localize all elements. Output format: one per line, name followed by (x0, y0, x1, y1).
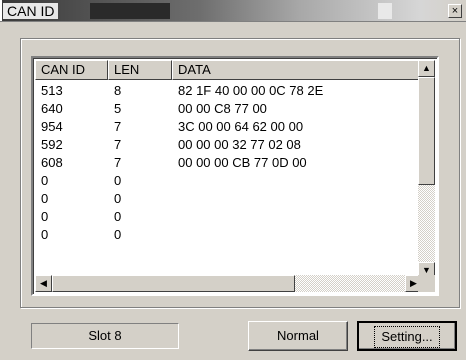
column-header-data[interactable]: DATA (172, 60, 422, 80)
cell-can-id: 513 (41, 83, 63, 98)
window-title: CAN ID (3, 3, 59, 19)
cell-len: 5 (114, 101, 122, 116)
scrollbar-corner (418, 275, 435, 292)
cell-data (172, 172, 422, 190)
vertical-scrollbar[interactable]: ▲ ▼ (418, 60, 435, 279)
close-icon[interactable]: × (448, 4, 462, 18)
scroll-up-icon[interactable]: ▲ (418, 60, 435, 77)
cell-data: 00 00 00 32 77 02 08 (178, 137, 301, 152)
setting-button[interactable]: Setting... (357, 321, 457, 351)
cell-can-id: 0 (41, 209, 49, 224)
horizontal-scrollbar[interactable]: ◀ ▶ (35, 275, 422, 292)
cell-len: 8 (114, 83, 122, 98)
cell-len: 0 (114, 191, 122, 206)
cell-can-id: 0 (41, 227, 49, 242)
title-bar-segment (90, 3, 170, 19)
setting-button-label: Setting... (374, 326, 440, 348)
cell-len: 7 (114, 155, 122, 170)
table-row[interactable]: 0 0 (35, 226, 422, 244)
cell-len: 7 (114, 137, 122, 152)
title-bar-block (378, 3, 392, 19)
table-row[interactable]: 513 8 82 1F 40 00 00 0C 78 2E (35, 82, 422, 100)
cell-data: 82 1F 40 00 00 0C 78 2E (178, 83, 324, 98)
cell-len: 0 (114, 173, 122, 188)
cell-data: 00 00 00 CB 77 0D 00 (178, 155, 307, 170)
cell-can-id: 954 (41, 119, 63, 134)
horizontal-scroll-track[interactable] (295, 275, 405, 292)
vertical-scroll-track[interactable] (418, 185, 435, 262)
column-header-len[interactable]: LEN (108, 60, 172, 80)
cell-data: 00 00 C8 77 00 (178, 101, 267, 116)
table-row[interactable]: 0 0 (35, 208, 422, 226)
scroll-left-icon[interactable]: ◀ (35, 275, 52, 292)
table-row[interactable]: 0 0 (35, 190, 422, 208)
cell-len: 0 (114, 227, 122, 242)
cell-data (172, 226, 422, 244)
column-header-can-id[interactable]: CAN ID (35, 60, 108, 80)
cell-data (172, 190, 422, 208)
slot-status: Slot 8 (31, 323, 179, 349)
can-id-list[interactable]: CAN ID LEN DATA 513 8 82 1F 40 00 00 0C … (31, 56, 439, 296)
vertical-scroll-thumb[interactable] (418, 77, 435, 185)
cell-can-id: 0 (41, 191, 49, 206)
cell-can-id: 592 (41, 137, 63, 152)
cell-can-id: 608 (41, 155, 63, 170)
horizontal-scroll-thumb[interactable] (52, 275, 295, 292)
table-row[interactable]: 608 7 00 00 00 CB 77 0D 00 (35, 154, 422, 172)
cell-len: 0 (114, 209, 122, 224)
table-row[interactable]: 0 0 (35, 172, 422, 190)
list-rows: 513 8 82 1F 40 00 00 0C 78 2E 640 5 00 0… (35, 82, 422, 244)
cell-data (172, 208, 422, 226)
cell-len: 7 (114, 119, 122, 134)
normal-button[interactable]: Normal (248, 321, 348, 351)
table-row[interactable]: 592 7 00 00 00 32 77 02 08 (35, 136, 422, 154)
title-bar: CAN ID × (0, 0, 466, 22)
table-row[interactable]: 640 5 00 00 C8 77 00 (35, 100, 422, 118)
cell-can-id: 0 (41, 173, 49, 188)
cell-can-id: 640 (41, 101, 63, 116)
cell-data: 3C 00 00 64 62 00 00 (178, 119, 304, 134)
table-row[interactable]: 954 7 3C 00 00 64 62 00 00 (35, 118, 422, 136)
list-header: CAN ID LEN DATA (35, 60, 422, 80)
